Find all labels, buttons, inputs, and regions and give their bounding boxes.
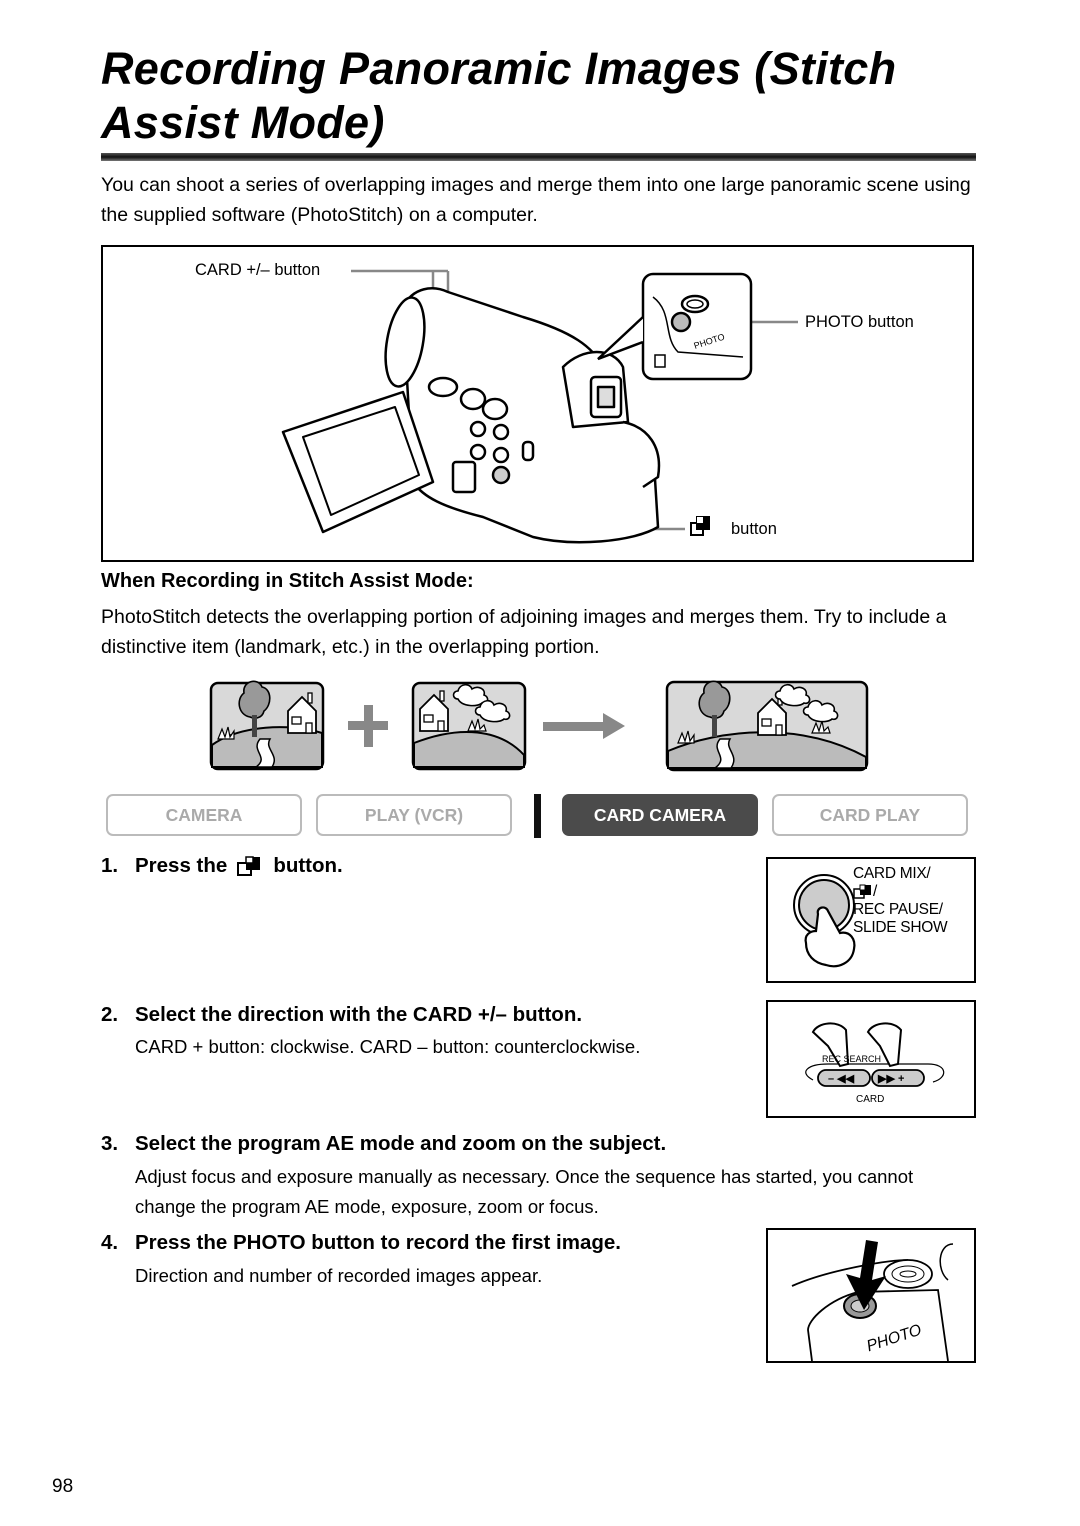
page-title: Recording Panoramic Images (Stitch Assis… (101, 43, 897, 148)
rec-search-label: REC SEARCH (822, 1054, 882, 1064)
step-number: 1. (101, 854, 119, 877)
operating-mode-bar: CAMERA PLAY (VCR) CARD CAMERA CARD PLAY (106, 794, 972, 838)
step-4-illustration: PHOTO (766, 1228, 976, 1363)
mode-separator (534, 794, 541, 838)
step-4-heading: 4. Press the PHOTO button to record the f… (101, 1231, 622, 1254)
card-plus-minus-button-label: CARD +/– button (195, 261, 321, 279)
panorama-merged-image (665, 680, 869, 772)
panorama-source-image-left (209, 680, 325, 771)
step-2-heading: 2. Select the direction with the CARD +/–… (101, 1003, 583, 1026)
card-plus-label: ▶▶ + (878, 1073, 905, 1085)
page-number: 98 (52, 1476, 74, 1497)
intro-paragraph: You can shoot a series of overlapping im… (101, 174, 971, 226)
card-mix-label: CARD MIX/ (853, 865, 931, 882)
step-4-body: Direction and number of recorded images … (135, 1265, 543, 1286)
stitch-assist-icon (690, 516, 710, 536)
camcorder-illustration: PHOTO (281, 269, 798, 544)
step-1-heading: 1. Press the button. (101, 853, 343, 879)
step-2-body: CARD + button: clockwise. CARD – button:… (135, 1036, 641, 1057)
panorama-source-image-right (411, 681, 527, 771)
rec-pause-label: REC PAUSE/ (853, 901, 943, 918)
mode-play-vcr: PLAY (VCR) (316, 794, 512, 836)
stitch-button-label: button (731, 520, 777, 538)
photo-button-label: PHOTO button (805, 313, 914, 331)
step-1-text-post: button. (273, 854, 343, 877)
section-body: PhotoStitch detects the overlapping port… (101, 606, 947, 658)
slide-show-label: SLIDE SHOW (853, 919, 948, 936)
section-heading: When Recording in Stitch Assist Mode: (101, 570, 474, 592)
stitch-line: / (853, 883, 947, 901)
plus-icon (348, 705, 388, 747)
title-rule (101, 153, 976, 161)
stitch-assist-icon (237, 856, 261, 876)
step-1-illustration: CARD MIX/ / REC PAUSE/ SLIDE SHOW (766, 857, 976, 983)
mode-camera: CAMERA (106, 794, 302, 836)
stitch-assist-icon (853, 884, 871, 899)
card-minus-label: – ◀◀ (828, 1073, 855, 1085)
step-3-body: Adjust focus and exposure manually as ne… (135, 1166, 914, 1217)
step-3-heading: 3. Select the program AE mode and zoom on… (101, 1132, 667, 1155)
camcorder-figure: PHOTO CARD +/– button PHOTO button butto… (101, 245, 974, 562)
step-1-text-pre: Press the (135, 854, 228, 877)
mode-card-camera: CARD CAMERA (562, 794, 758, 836)
panorama-illustration (200, 675, 880, 780)
step-2-illustration: REC SEARCH – ◀◀ ▶▶ + CARD (766, 1000, 976, 1118)
merge-arrow-icon (543, 713, 625, 739)
mode-card-play: CARD PLAY (772, 794, 968, 836)
card-group-label: CARD (856, 1094, 885, 1105)
